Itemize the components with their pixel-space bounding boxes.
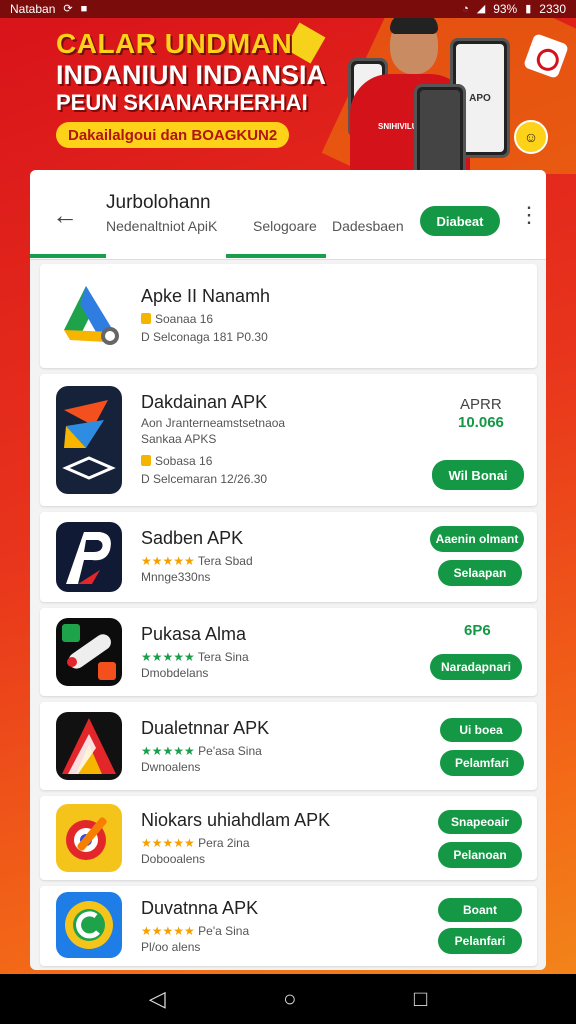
phone-in-hand [414, 84, 466, 174]
price: 10.066 [458, 414, 504, 431]
list-item[interactable]: Niokars uhiahdlam APK ★★★★★ Pera 2ina Do… [40, 796, 537, 880]
app-rating: ★★★★★ Pe'a Sina [141, 924, 250, 938]
list-item[interactable]: Sadben APK ★★★★★ Tera Sbad Mnnge330ns Aa… [40, 512, 537, 602]
price-label: APRR [460, 396, 502, 413]
star-rating-icon: ★★★★★ [141, 554, 195, 568]
install-button[interactable]: Wil Bonai [432, 460, 524, 490]
download-button[interactable]: Naradapnari [430, 654, 522, 680]
list-item[interactable]: Dualetnnar APK ★★★★★ Pe'asa Sina Dwnoale… [40, 702, 537, 790]
app-icon-5 [56, 712, 122, 780]
banner-pill[interactable]: Dakailalgoui dan BOAGKUN2 [56, 122, 290, 148]
app-rating: ★★★★★ Pera 2ina [141, 836, 250, 850]
app-meta: Dmobdelans [141, 666, 209, 680]
app-meta: D Selconaga 181 P0.30 [141, 330, 268, 344]
tab-apk[interactable]: Nedenaltniot ApiK [106, 218, 217, 234]
carrier-label: Nataban [10, 2, 56, 16]
action-button[interactable]: Boant [438, 898, 522, 922]
app-icon-6 [56, 804, 122, 872]
star-rating-icon: ★★★★★ [141, 744, 195, 758]
app-name: Sadben APK [141, 528, 244, 548]
star-rating-icon: ★★★★★ [141, 650, 195, 664]
select-button[interactable]: Selaapan [438, 560, 522, 586]
tab-indicator-active [226, 254, 326, 258]
notification-icon: ■ [80, 2, 88, 15]
app-rating: Sobasa 16 [141, 454, 212, 468]
shirt-text: SNIHIVILU [378, 122, 418, 131]
signal-icon: ◢ [476, 2, 486, 15]
action-button[interactable]: Snapeoair [438, 810, 522, 834]
star-rating-icon: ★★★★★ [141, 924, 195, 938]
app-rating: Soanaa 16 [141, 312, 213, 326]
app-icon-4 [56, 618, 122, 686]
app-name: Dualetnnar APK [141, 718, 270, 738]
app-meta: Pl/oo alens [141, 940, 201, 954]
app-meta: D Selcemaran 12/26.30 [141, 472, 268, 486]
tab-categories[interactable]: Selogoare [253, 218, 317, 234]
page-title: Jurbolohann [106, 192, 211, 213]
app-meta: Dwnoalens [141, 760, 201, 774]
app-meta: Dobooalens [141, 852, 206, 866]
list-item[interactable]: Dakdainan APK Aon Jranterneamstsetnaoa S… [40, 374, 537, 506]
action-button[interactable]: Aaenin olmant [430, 526, 524, 552]
more-vert-icon[interactable]: ⋮ [518, 202, 540, 228]
app-icon-7 [56, 892, 122, 958]
install-button[interactable]: Pelamfari [440, 750, 524, 776]
app-meta: Mnnge330ns [141, 570, 211, 584]
list-item[interactable]: Apke II Nanamh Soanaa 16 D Selconaga 181… [40, 264, 537, 368]
wifi-icon: ◔ [462, 2, 469, 15]
status-bar: Nataban ⟳ ■ ◔ ◢ 93% ▮ 2330 [0, 0, 576, 18]
install-button[interactable]: Pelanoan [438, 842, 522, 868]
app-name: Duvatnna APK [141, 898, 259, 918]
banner-headline-2: INDANIUN INDANSIA [56, 60, 326, 90]
install-button[interactable]: Pelanfari [438, 928, 522, 954]
home-nav-icon[interactable]: ○ [283, 986, 296, 1012]
top-action-button[interactable]: Diabeat [420, 206, 500, 236]
app-icon-1 [56, 280, 122, 346]
app-rating: ★★★★★ Pe'asa Sina [141, 744, 262, 758]
promo-banner[interactable]: CALAR UNDMAN INDANIUN INDANSIA PEUN SKIA… [0, 18, 576, 174]
price: 6P6 [464, 622, 491, 639]
system-nav-bar: ◁ ○ □ [0, 974, 576, 1024]
banner-headline-1: CALAR UNDMAN [56, 28, 293, 59]
top-app-bar: ← Jurbolohann Nedenaltniot ApiK Selogoar… [30, 170, 546, 260]
app-description: Aon Jranterneamstsetnaoa [141, 416, 286, 430]
app-icon-3 [56, 522, 122, 592]
list-item[interactable]: Duvatnna APK ★★★★★ Pe'a Sina Pl/oo alens… [40, 886, 537, 966]
battery-icon: ▮ [525, 2, 532, 15]
app-name: Niokars uhiahdlam APK [141, 810, 331, 830]
battery-percent: 93% [493, 2, 518, 16]
star-rating-icon: ★★★★★ [141, 836, 195, 850]
app-name: Pukasa Alma [141, 624, 247, 644]
tab-indicator [30, 254, 106, 258]
app-name: Dakdainan APK [141, 392, 268, 412]
back-nav-icon[interactable]: ◁ [149, 986, 166, 1012]
sync-icon: ⟳ [63, 2, 73, 15]
app-rating: ★★★★★ Tera Sina [141, 650, 249, 664]
app-icon-2 [56, 386, 122, 494]
list-item[interactable]: Pukasa Alma ★★★★★ Tera Sina Dmobdelans 6… [40, 608, 537, 696]
app-rating: ★★★★★ Tera Sbad [141, 554, 253, 568]
recents-nav-icon[interactable]: □ [414, 986, 427, 1012]
banner-headline-3: PEUN SKIANARHERHAI [56, 90, 308, 115]
app-description-2: Sankaa APKS [141, 432, 217, 446]
back-arrow-icon[interactable]: ← [52, 200, 78, 231]
app-name: Apke II Nanamh [141, 286, 271, 306]
clock: 2330 [539, 2, 566, 16]
mascot-icon: ☺ [514, 120, 548, 154]
action-button[interactable]: Ui boea [440, 718, 522, 742]
tab-downloads[interactable]: Dadesbaen [332, 218, 404, 234]
app-store-panel: ← Jurbolohann Nedenaltniot ApiK Selogoar… [30, 170, 546, 970]
